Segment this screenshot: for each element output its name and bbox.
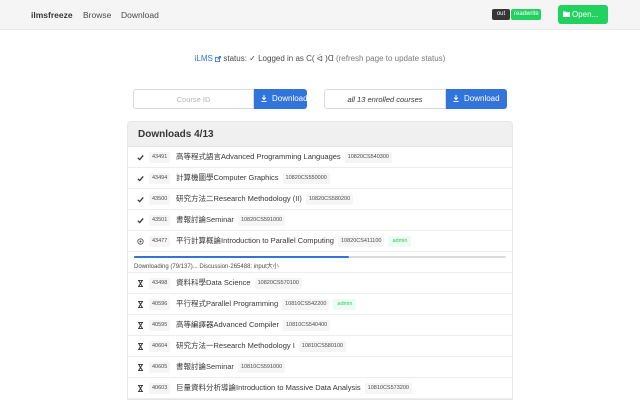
course-id-tag: 40603 xyxy=(149,383,171,394)
downloads-title: Downloads 4/13 xyxy=(128,122,512,147)
spinner-icon xyxy=(137,238,144,245)
hourglass-icon xyxy=(138,385,143,392)
course-code-tag: 10820CS591000 xyxy=(237,215,286,226)
course-id-tag: 43494 xyxy=(149,173,171,184)
external-link-icon xyxy=(215,55,222,62)
course-name: 高等編譯器Advanced Compiler 10810CS540400 xyxy=(176,319,331,331)
check-icon xyxy=(137,217,144,224)
all-courses-input[interactable] xyxy=(324,89,446,109)
course-name-text: 平行程式Parallel Programming xyxy=(176,299,279,308)
course-code-tag: 10820CS570100 xyxy=(254,278,302,289)
download-icon xyxy=(453,95,459,102)
hourglass-icon xyxy=(138,343,143,350)
download-icon xyxy=(261,95,267,102)
status-label: status: xyxy=(223,54,247,63)
download-all-button[interactable]: Download xyxy=(446,89,507,109)
course-id-tag: 43498 xyxy=(149,278,171,289)
progress-text: Downloading (79/137)... Discussion-26548… xyxy=(134,264,279,270)
course-name-text: 書報討論Seminar xyxy=(176,215,234,224)
check-icon xyxy=(137,175,144,182)
check-icon xyxy=(137,154,144,161)
nav-browse-link[interactable]: Browse xyxy=(83,10,111,20)
course-name-text: 書報討論Seminar xyxy=(176,362,234,371)
download-row: 43494 計算機圖學Computer Graphics 10820CS550000 xyxy=(128,168,512,189)
course-name: 研究方法一Research Methodology I 10810CS580100 xyxy=(176,340,347,352)
login-status: iLMS status: ✓ Logged in as C( ᐛ )Ɑ (ref… xyxy=(0,54,640,63)
admin-badge: admin xyxy=(333,299,357,310)
nav-download-link[interactable]: Download xyxy=(121,10,159,20)
open-button-label: Open... xyxy=(572,10,599,19)
download-row: 43500 研究方法二Research Methodology (II) 10820… xyxy=(128,189,512,210)
ilms-link[interactable]: iLMS xyxy=(194,54,222,63)
course-id-tag: 40595 xyxy=(149,320,171,331)
course-name: 資料科學Data Science 10820CS570100 xyxy=(176,277,302,289)
course-name-text: 巨量資料分析導論Introduction to Massive Data Ana… xyxy=(176,383,361,392)
download-row: 40596 平行程式Parallel Programming 10810CS5422… xyxy=(128,294,512,315)
download-row: 43477 平行計算概論Introduction to Parallel Comp… xyxy=(128,231,512,252)
download-course-label: Download xyxy=(272,94,308,103)
course-name-text: 高等編譯器Advanced Compiler xyxy=(176,320,279,329)
course-id-tag: 40604 xyxy=(149,341,171,352)
progress-bar xyxy=(134,256,506,258)
course-name-text: 資料科學Data Science xyxy=(176,278,251,287)
course-code-tag: 10810CS580100 xyxy=(298,341,347,352)
open-button[interactable]: Open... xyxy=(558,5,608,24)
download-row: 40605 書報討論Seminar 10810CS591000 xyxy=(128,357,512,378)
progress-row: Downloading (79/137)... Discussion-26548… xyxy=(128,252,512,273)
course-name-text: 高等程式語言Advanced Programming Languages xyxy=(176,152,341,161)
course-code-tag: 10820CS540300 xyxy=(344,152,392,163)
navbar: ilmsfreeze Browse Download out readwrite… xyxy=(0,0,640,30)
course-code-tag: 10810CS542200 xyxy=(282,299,330,310)
course-name: 研究方法二Research Methodology (II) 10820CS580… xyxy=(176,193,354,205)
folder-icon xyxy=(563,11,570,17)
download-row: 43501 書報討論Seminar 10820CS591000 xyxy=(128,210,512,231)
course-name-text: 計算機圖學Computer Graphics xyxy=(176,173,279,182)
downloads-panel: Downloads 4/13 43491 高等程式語言Advanced Progr… xyxy=(127,121,513,400)
hourglass-icon xyxy=(138,280,143,287)
course-name: 書報討論Seminar 10820CS591000 xyxy=(176,214,286,226)
course-id-tag: 43500 xyxy=(149,194,171,205)
course-id-tag: 40596 xyxy=(149,299,171,310)
course-code-tag: 10810CS573200 xyxy=(364,383,412,394)
download-all-label: Download xyxy=(464,94,500,103)
course-code-tag: 10820CS550000 xyxy=(282,173,330,184)
download-row: 43491 高等程式語言Advanced Programming Language… xyxy=(128,147,512,168)
download-row: 43498 資料科學Data Science 10820CS570100 xyxy=(128,273,512,294)
course-name: 計算機圖學Computer Graphics 10820CS550000 xyxy=(176,172,330,184)
course-name: 巨量資料分析導論Introduction to Massive Data Ana… xyxy=(176,382,412,394)
hourglass-icon xyxy=(138,364,143,371)
course-id-input[interactable] xyxy=(133,89,254,109)
brand-link[interactable]: ilmsfreeze xyxy=(31,10,73,20)
hourglass-icon xyxy=(138,301,143,308)
course-id-tag: 40605 xyxy=(149,362,171,373)
download-row: 40595 高等編譯器Advanced Compiler 10810CS540400 xyxy=(128,315,512,336)
check-icon xyxy=(137,196,144,203)
hourglass-icon xyxy=(138,322,143,329)
download-course-button[interactable]: Download xyxy=(254,89,308,109)
course-id-tag: 43477 xyxy=(149,236,171,247)
course-name: 書報討論Seminar 10810CS591000 xyxy=(176,361,286,373)
course-code-tag: 10820CS411100 xyxy=(337,236,385,247)
mode-out-toggle[interactable]: out xyxy=(492,9,510,20)
course-name-text: 研究方法一Research Methodology I xyxy=(176,341,295,350)
mode-readwrite-toggle[interactable]: readwrite xyxy=(511,9,541,20)
course-id-tag: 43491 xyxy=(149,152,171,163)
course-name-text: 平行計算概論Introduction to Parallel Computing xyxy=(176,236,334,245)
ilms-link-label: iLMS xyxy=(194,54,213,63)
admin-badge: admin xyxy=(388,236,412,247)
course-name: 高等程式語言Advanced Programming Languages 1082… xyxy=(176,151,392,163)
download-row: 40603 巨量資料分析導論Introduction to Massive Dat… xyxy=(128,378,512,399)
course-name-text: 研究方法二Research Methodology (II) xyxy=(176,194,302,203)
download-row: 40604 研究方法一Research Methodology I 10810CS5… xyxy=(128,336,512,357)
course-code-tag: 10810CS540400 xyxy=(282,320,331,331)
refresh-hint: (refresh page to update status) xyxy=(335,54,446,63)
progress-bar-fill xyxy=(134,256,349,258)
course-code-tag: 10810CS591000 xyxy=(237,362,286,373)
course-id-tag: 43501 xyxy=(149,215,171,226)
course-name: 平行程式Parallel Programming 10810CS542200 adm… xyxy=(176,298,357,310)
course-code-tag: 10820CS580200 xyxy=(305,194,354,205)
course-name: 平行計算概論Introduction to Parallel Computing… xyxy=(176,235,412,247)
logged-in-text: ✓ Logged in as C( ᐛ )Ɑ xyxy=(249,54,334,63)
